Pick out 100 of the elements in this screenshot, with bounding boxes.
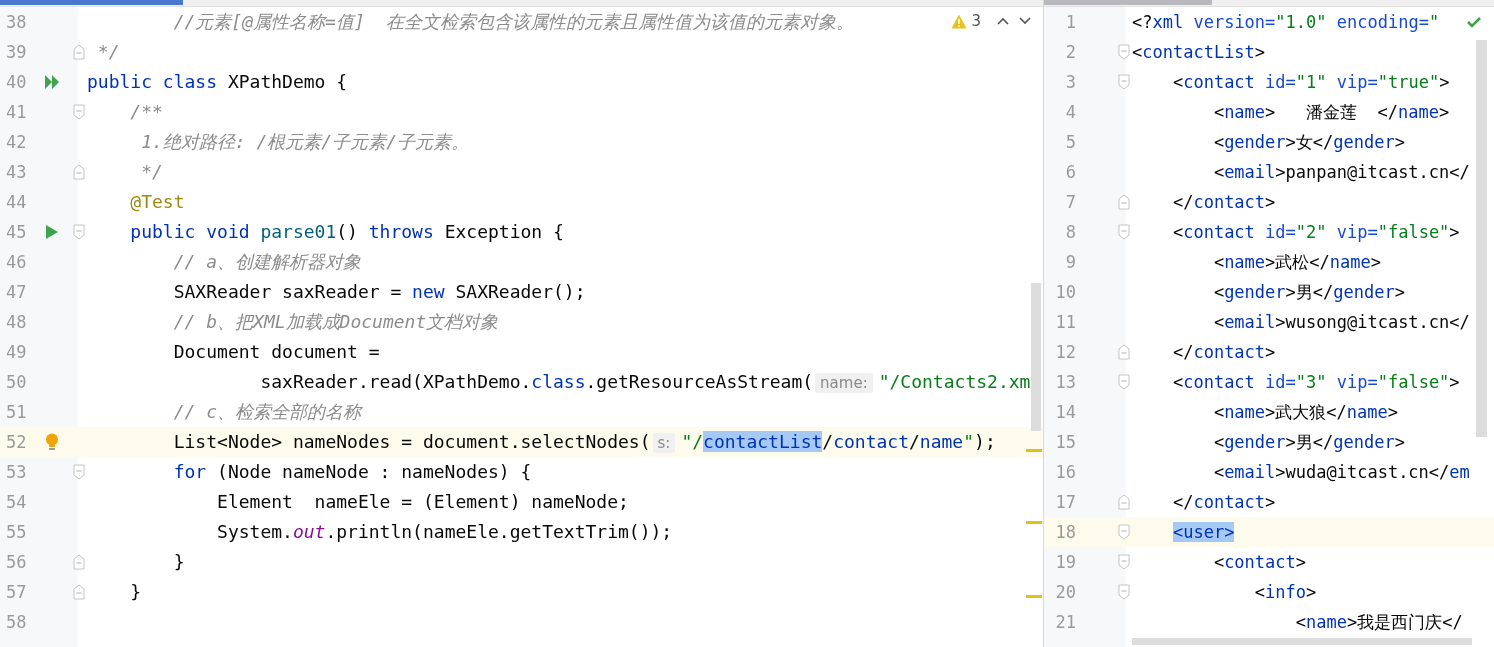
line-number: 39 [5, 42, 28, 62]
line-number: 3 [1064, 72, 1076, 92]
code-line: <?xml version="1.0" encoding=" [1132, 11, 1440, 34]
fold-icon[interactable] [1118, 224, 1130, 240]
line-number: 58 [5, 612, 28, 632]
code-line: <email>panpan@itcast.cn</ [1212, 161, 1470, 184]
fold-icon[interactable] [72, 584, 85, 600]
code-line: public class XPathDemo { [87, 70, 348, 94]
line-number: 6 [1064, 162, 1076, 182]
fold-icon[interactable] [1118, 374, 1130, 390]
code-line: System.out.println(nameEle.getTextTrim()); [216, 520, 673, 544]
line-number: 8 [1064, 222, 1076, 242]
fold-icon[interactable] [1118, 554, 1130, 570]
line-number: 49 [5, 342, 28, 362]
double-play-icon[interactable] [44, 74, 60, 90]
code-line: @Test [129, 190, 185, 214]
scrollbar-thumb[interactable] [1031, 283, 1041, 431]
scrollbar-thumb[interactable] [1476, 40, 1487, 437]
code-line: <contact id="2" vip="false"> [1171, 221, 1460, 244]
line-number: 11 [1054, 312, 1076, 332]
line-number: 9 [1064, 252, 1076, 272]
warning-icon[interactable] [951, 13, 968, 29]
code-line: <contact id="1" vip="true"> [1171, 71, 1450, 94]
line-number: 54 [5, 492, 28, 512]
code-line: } [172, 550, 185, 574]
caret-down-icon[interactable] [1019, 17, 1031, 25]
line-number: 47 [5, 282, 28, 302]
line-number: 56 [5, 552, 28, 572]
code-line: } [129, 580, 142, 604]
code-line: /** [129, 100, 163, 124]
line-number: 43 [5, 162, 28, 182]
line-number: 1 [1064, 12, 1076, 32]
line-number: 2 [1064, 42, 1076, 62]
fold-icon[interactable] [1118, 584, 1130, 600]
line-number: 38 [5, 12, 28, 32]
line-number: 19 [1054, 552, 1076, 572]
line-number: 45 [5, 222, 28, 242]
code-line: <contact> [1212, 551, 1307, 574]
fold-icon[interactable] [1118, 44, 1130, 60]
fold-icon[interactable] [72, 104, 85, 120]
code-line: // c、检索全部的名称 [172, 400, 362, 424]
code-line: <info> [1253, 581, 1317, 604]
scrollbar-thumb[interactable] [1132, 638, 1472, 645]
code-line: for (Node nameNode : nameNodes) { [172, 460, 532, 484]
warning-stripe-mark[interactable] [1026, 449, 1042, 452]
line-number: 41 [5, 102, 28, 122]
line-number: 10 [1054, 282, 1076, 302]
code-line: </contact> [1171, 191, 1276, 214]
line-number: 16 [1054, 462, 1076, 482]
warning-stripe-mark[interactable] [1026, 521, 1042, 524]
fold-icon[interactable] [1118, 494, 1130, 510]
line-number: 20 [1054, 582, 1076, 602]
line-number: 13 [1054, 372, 1076, 392]
warning-count[interactable]: 3 [971, 12, 981, 30]
lightbulb-icon[interactable] [45, 433, 59, 451]
warning-stripe-mark[interactable] [1026, 595, 1042, 598]
fold-icon[interactable] [72, 554, 85, 570]
line-number: 15 [1054, 432, 1076, 452]
line-number: 4 [1064, 102, 1076, 122]
fold-icon[interactable] [1118, 194, 1130, 210]
line-number: 55 [5, 522, 28, 542]
check-icon[interactable] [1467, 16, 1481, 28]
code-line: */ [96, 40, 120, 64]
fold-icon[interactable] [72, 464, 85, 480]
line-number: 17 [1054, 492, 1076, 512]
code-line: Element nameEle = (Element) nameNode; [216, 490, 629, 514]
code-line: */ [140, 160, 163, 184]
line-number: 42 [5, 132, 28, 152]
code-line: <contact id="3" vip="false"> [1171, 371, 1460, 394]
code-line: </contact> [1171, 491, 1276, 514]
code-line: <name>我是西门庆</ [1294, 611, 1463, 634]
code-line: // b、把XML加载成Document文档对象 [172, 310, 499, 334]
fold-icon[interactable] [1118, 524, 1130, 540]
play-icon[interactable] [45, 224, 59, 240]
code-line: <email>wuda@itcast.cn</em [1212, 461, 1470, 484]
line-number: 5 [1064, 132, 1076, 152]
caret-up-icon[interactable] [997, 17, 1009, 25]
code-line: // a、创建解析器对象 [172, 250, 362, 274]
code-line: Document document = [172, 340, 380, 364]
line-number: 48 [5, 312, 28, 332]
code-line: <gender>男</gender> [1212, 431, 1405, 454]
line-number: 51 [5, 402, 28, 422]
code-line: <name>武大狼</name> [1212, 401, 1398, 424]
code-line: <name> 潘金莲 </name> [1212, 101, 1450, 124]
code-line: <gender>男</gender> [1212, 281, 1405, 304]
fold-icon[interactable] [1118, 344, 1130, 360]
line-number: 18 [1054, 522, 1076, 542]
code-line: //元素[@属性名称=值] 在全文检索包含该属性的元素且属性值为该值的元素对象。 [172, 10, 855, 34]
code-line: SAXReader saxReader = new SAXReader(); [172, 280, 586, 304]
fold-icon[interactable] [1118, 74, 1130, 90]
line-number: 14 [1054, 402, 1076, 422]
code-line: saxReader.read(XPathDemo.class.getResourceAsStream( name: "/Contacts2.xm [259, 369, 1031, 395]
line-number: 40 [5, 72, 28, 92]
fold-icon[interactable] [72, 164, 85, 180]
code-line: </contact> [1171, 341, 1276, 364]
line-number: 52 [5, 432, 28, 452]
fold-icon[interactable] [72, 44, 85, 60]
code-line: List<Node> nameNodes = document.selectNodes( s: "/contactList/contact/name"); [172, 429, 996, 455]
line-number: 44 [5, 192, 28, 212]
fold-icon[interactable] [72, 224, 85, 240]
